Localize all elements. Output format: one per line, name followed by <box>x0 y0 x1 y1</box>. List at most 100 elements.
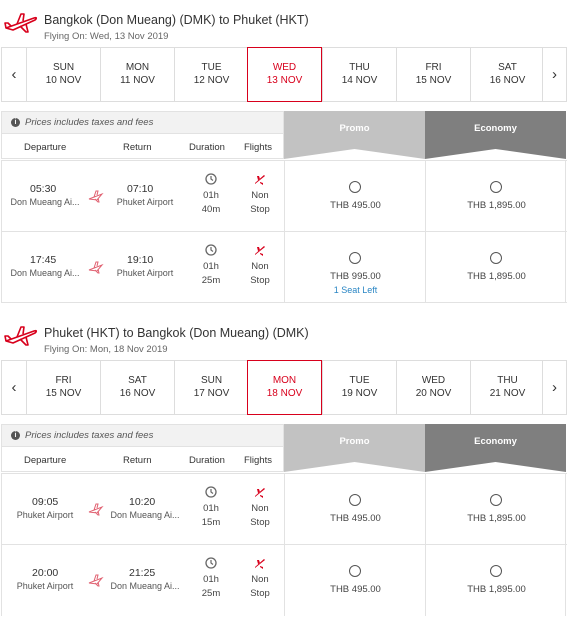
fare-class-label: Economy <box>425 424 566 462</box>
fare-radio[interactable] <box>490 494 502 506</box>
airplane-icon <box>88 261 104 274</box>
date-tab[interactable]: SAT 16 NOV <box>100 361 174 414</box>
date-tab-date: 10 NOV <box>45 75 82 86</box>
price-info-note: i Prices includes taxes and fees <box>1 424 284 446</box>
stops-line2: Stop <box>250 204 270 215</box>
fare-cell-promo[interactable]: THB 995.00 1 Seat Left <box>284 232 425 303</box>
departure-time: 05:30 <box>30 183 57 195</box>
fare-class-economy: Economy <box>425 111 566 159</box>
departure-time: 20:00 <box>32 567 59 579</box>
date-tab-date: 16 NOV <box>489 75 526 86</box>
date-tab[interactable]: WED 20 NOV <box>396 361 470 414</box>
column-headers: Departure Return Duration Flights <box>1 133 284 159</box>
fare-cell-economy[interactable]: THB 1,895.00 <box>425 232 566 303</box>
fare-radio[interactable] <box>349 494 361 506</box>
stops: Non Stop <box>240 260 280 288</box>
fare-radio[interactable] <box>490 252 502 264</box>
airplane-icon <box>255 175 265 185</box>
date-tab-dow: MON <box>125 62 150 73</box>
date-tab[interactable]: THU 21 NOV <box>470 361 544 414</box>
fare-cell-economy[interactable]: THB 1,895.00 <box>425 474 566 545</box>
fare-price: THB 495.00 <box>330 200 381 211</box>
fare-radio[interactable] <box>349 181 361 193</box>
table-divider <box>1 302 567 303</box>
date-tab[interactable]: SUN 17 NOV <box>174 361 248 414</box>
arrival-time: 07:10 <box>127 183 154 195</box>
duration: 01h 25m <box>190 260 232 288</box>
chevron-right-icon[interactable]: › <box>542 48 566 101</box>
column-headers: Departure Return Duration Flights <box>1 446 284 472</box>
date-tab[interactable]: FRI 15 NOV <box>26 361 100 414</box>
stops-line2: Stop <box>250 275 270 286</box>
date-tab-date: 21 NOV <box>489 388 526 399</box>
outbound-section: Bangkok (Don Mueang) (DMK) to Phuket (HK… <box>0 0 568 303</box>
departure-time: 17:45 <box>30 254 57 266</box>
date-selector: ‹ SUN 10 NOV MON 11 NOV TUE 12 NOV WED 13 NO… <box>1 47 567 102</box>
info-icon: i <box>11 431 20 440</box>
fare-radio[interactable] <box>490 181 502 193</box>
date-tab-selected[interactable]: WED 13 NOV <box>247 47 322 102</box>
header-flights: Flights <box>244 455 272 466</box>
price-info-text: Prices includes taxes and fees <box>25 430 154 441</box>
date-tab-dow: WED <box>421 375 446 386</box>
duration-hours: 01h <box>203 503 219 514</box>
header-return: Return <box>123 142 152 153</box>
stops: Non Stop <box>240 502 280 530</box>
date-tab-dow: FRI <box>55 375 72 386</box>
price-info-text: Prices includes taxes and fees <box>25 117 154 128</box>
date-tab-selected[interactable]: MON 18 NOV <box>247 360 322 415</box>
clock-icon <box>205 173 217 185</box>
header-flights: Flights <box>244 142 272 153</box>
fare-class-label: Economy <box>425 111 566 149</box>
date-tab[interactable]: SUN 10 NOV <box>26 48 100 101</box>
flight-row: 17:45 Don Mueang Ai... 19:10 Phuket Airp… <box>1 231 567 303</box>
fare-cell-economy[interactable]: THB 1,895.00 <box>425 161 566 232</box>
date-tab-date: 15 NOV <box>45 388 82 399</box>
duration-minutes: 15m <box>201 517 221 528</box>
departure-airport: Phuket Airport <box>16 510 74 520</box>
duration-hours: 01h <box>203 261 219 272</box>
duration-minutes: 25m <box>201 588 221 599</box>
fare-radio[interactable] <box>490 565 502 577</box>
fare-price: THB 1,895.00 <box>467 513 526 524</box>
price-info-note: i Prices includes taxes and fees <box>1 111 284 133</box>
duration-minutes: 40m <box>201 204 221 215</box>
header-duration: Duration <box>189 455 225 466</box>
fare-radio[interactable] <box>349 565 361 577</box>
flying-on-date: Flying On: Wed, 13 Nov 2019 <box>44 31 169 42</box>
date-tab-dow: WED <box>272 62 297 73</box>
fare-band-chevron <box>284 460 425 472</box>
date-tab-dow: MON <box>272 375 297 386</box>
chevron-left-icon[interactable]: ‹ <box>2 48 26 101</box>
route-title: Phuket (HKT) to Bangkok (Don Mueang) (DM… <box>44 326 309 340</box>
date-tab[interactable]: MON 11 NOV <box>100 48 174 101</box>
fare-cell-promo[interactable]: THB 495.00 <box>284 474 425 545</box>
airplane-icon <box>4 13 38 33</box>
fare-class-label: Promo <box>284 424 425 462</box>
fare-cell-promo[interactable]: THB 495.00 <box>284 545 425 616</box>
fare-price: THB 1,895.00 <box>467 200 526 211</box>
departure-airport: Don Mueang Ai... <box>10 268 80 278</box>
stops-line1: Non <box>251 574 269 585</box>
fare-cell-promo[interactable]: THB 495.00 <box>284 161 425 232</box>
airplane-icon <box>88 574 104 587</box>
arrival-airport: Don Mueang Ai... <box>110 581 180 591</box>
airplane-icon <box>255 559 265 569</box>
date-tab[interactable]: TUE 19 NOV <box>322 361 396 414</box>
date-tab[interactable]: TUE 12 NOV <box>174 48 248 101</box>
chevron-right-icon[interactable]: › <box>542 361 566 414</box>
date-tab-date: 15 NOV <box>415 75 452 86</box>
date-tab[interactable]: THU 14 NOV <box>322 48 396 101</box>
fare-radio[interactable] <box>349 252 361 264</box>
seats-left: 1 Seat Left <box>333 285 378 295</box>
date-tab[interactable]: SAT 16 NOV <box>470 48 544 101</box>
stops: Non Stop <box>240 573 280 601</box>
departure-time: 09:05 <box>32 496 59 508</box>
date-tab-date: 13 NOV <box>266 75 303 86</box>
date-tab-date: 17 NOV <box>193 388 230 399</box>
fare-class-promo: Promo <box>284 424 425 472</box>
chevron-left-icon[interactable]: ‹ <box>2 361 26 414</box>
date-tab[interactable]: FRI 15 NOV <box>396 48 470 101</box>
fare-cell-economy[interactable]: THB 1,895.00 <box>425 545 566 616</box>
fare-band-chevron <box>425 147 566 159</box>
